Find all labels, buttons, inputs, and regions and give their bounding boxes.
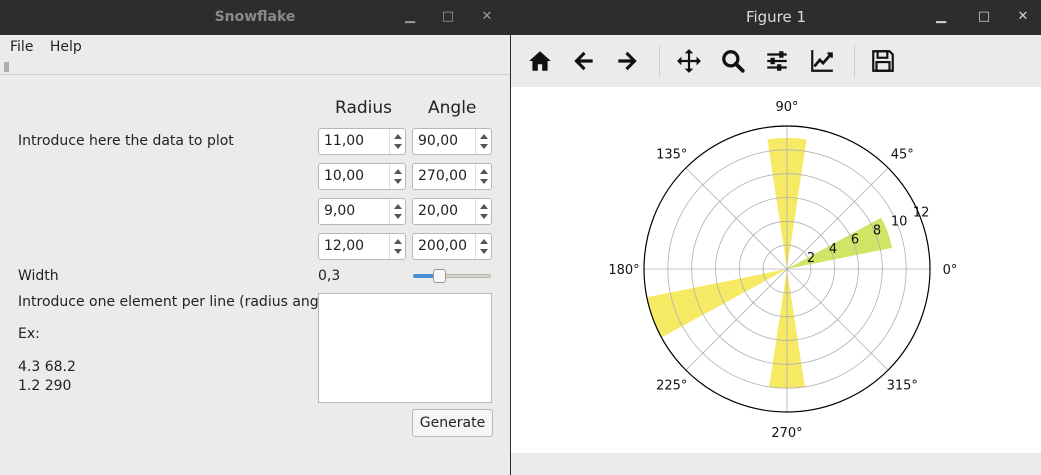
r-tick-label-5: 12 [913,205,930,220]
forward-icon[interactable] [612,48,642,74]
r-tick-label-3: 8 [873,224,881,239]
toolbar-handle[interactable] [0,59,510,75]
theta-tick-label-0: 0° [943,263,958,278]
menu-help[interactable]: Help [50,35,82,59]
window-title: Figure 1 [745,8,807,26]
example-label: Ex: [18,326,40,342]
angle-spinbox-4[interactable]: 200,00 [412,233,492,260]
save-icon[interactable] [868,48,898,74]
angle-header: Angle [428,98,477,118]
spin-up-icon[interactable] [394,239,402,244]
intro-label: Introduce here the data to plot [18,133,234,149]
theta-tick-label-1: 45° [891,148,914,163]
spin-down-icon[interactable] [480,249,488,254]
r-tick-label-2: 6 [851,233,859,248]
figure-toolbar [511,35,1041,87]
title-bar[interactable]: Snowflake ▁ □ ✕ [0,0,510,35]
close-icon[interactable]: ✕ [1014,8,1032,26]
generate-button[interactable]: Generate [412,409,493,437]
status-bar [511,453,1041,475]
title-bar[interactable]: Figure 1 ▁ □ ✕ [511,0,1041,35]
theta-tick-label-7: 315° [887,378,918,393]
menu-file[interactable]: File [10,35,33,59]
radius-header: Radius [335,98,393,118]
width-value: 0,3 [318,268,341,284]
figure-canvas[interactable]: 0° 45° 90° 135° 180° 225° 270° 315° 2 4 6 8 10 12 [511,87,1041,453]
spin-up-icon[interactable] [394,169,402,174]
radius-spinbox-2[interactable]: 10,00 [318,163,406,190]
spin-up-icon[interactable] [394,134,402,139]
angle-spinbox-2[interactable]: 270,00 [412,163,492,190]
spin-down-icon[interactable] [480,214,488,219]
window-title: Snowflake [214,9,296,25]
spin-down-icon[interactable] [480,144,488,149]
spin-up-icon[interactable] [480,204,488,209]
theta-tick-label-5: 225° [656,378,687,393]
spin-down-icon[interactable] [394,144,402,149]
spin-up-icon[interactable] [394,204,402,209]
width-slider[interactable] [413,268,491,284]
r-tick-label-4: 10 [891,214,908,229]
per-line-label: Introduce one element per line (radius a… [18,294,337,310]
theta-tick-label-6: 270° [771,426,802,441]
radius-spinbox-1[interactable]: 11,00 [318,128,406,155]
spin-up-icon[interactable] [480,134,488,139]
close-icon[interactable]: ✕ [478,8,496,26]
slider-handle[interactable] [432,269,446,283]
theta-tick-label-4: 180° [608,263,639,278]
back-icon[interactable] [569,48,599,74]
minimize-icon[interactable]: ▁ [401,8,419,26]
edit-axes-icon[interactable] [807,48,837,74]
example-line-2: 1.2 290 [18,378,72,394]
angle-spinbox-3[interactable]: 20,00 [412,198,492,225]
radius-spinbox-4[interactable]: 12,00 [318,233,406,260]
theta-tick-label-2: 90° [775,100,798,115]
snowflake-window: Snowflake ▁ □ ✕ File Help Radius Angle I… [0,0,510,475]
theta-gridline-3 [685,167,788,270]
theta-tick-label-3: 135° [656,148,687,163]
elements-textarea[interactable] [318,293,492,403]
spin-down-icon[interactable] [394,214,402,219]
spin-up-icon[interactable] [480,239,488,244]
example-line-1: 4.3 68.2 [18,359,76,375]
angle-spinbox-1[interactable]: 90,00 [412,128,492,155]
spin-up-icon[interactable] [480,169,488,174]
width-label: Width [18,268,59,284]
zoom-icon[interactable] [718,48,748,74]
grip-icon [4,62,9,72]
maximize-icon[interactable]: □ [975,8,993,26]
pan-icon[interactable] [674,48,704,74]
maximize-icon[interactable]: □ [439,8,457,26]
spin-down-icon[interactable] [480,179,488,184]
r-tick-label-1: 4 [829,242,837,257]
theta-gridline-7 [786,268,889,371]
radius-spinbox-3[interactable]: 9,00 [318,198,406,225]
polar-chart: 0° 45° 90° 135° 180° 225° 270° 315° 2468 10 12 [608,100,958,441]
spin-down-icon[interactable] [394,179,402,184]
spin-down-icon[interactable] [394,249,402,254]
configure-subplots-icon[interactable] [762,48,792,74]
home-icon[interactable] [525,48,555,74]
minimize-icon[interactable]: ▁ [932,8,950,26]
r-tick-label-0: 2 [807,251,815,266]
menu-bar: File Help [0,35,510,59]
polar-bar-3 [646,269,787,338]
figure-window: Figure 1 ▁ □ ✕ 0° 45° 90° 135° 180° 225°… [511,0,1041,475]
